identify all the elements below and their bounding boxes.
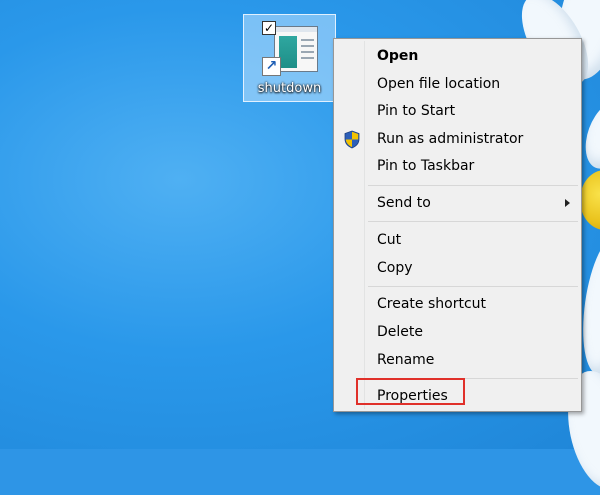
properties-highlight-outline (356, 378, 465, 405)
submenu-arrow-icon (565, 199, 570, 207)
desktop-icon-label: shutdown (257, 81, 322, 96)
menu-separator (368, 185, 578, 186)
menu-item-open-file-location[interactable]: Open file location (336, 71, 579, 97)
item-checkbox-checked-icon[interactable]: ✓ (262, 21, 276, 35)
menu-item-rename[interactable]: Rename (336, 347, 579, 373)
menu-item-label: Cut (377, 232, 402, 248)
menu-item-label: Pin to Start (377, 103, 456, 119)
desktop-icon-shutdown[interactable]: ✓ ↗ shutdown (243, 14, 336, 102)
menu-item-label: Copy (377, 260, 413, 276)
context-menu: Open Open file location Pin to Start Run… (333, 38, 582, 412)
menu-item-copy[interactable]: Copy (336, 255, 579, 281)
shortcut-arrow-icon: ↗ (262, 57, 281, 76)
menu-item-cut[interactable]: Cut (336, 227, 579, 253)
menu-item-label: Open (377, 48, 419, 64)
menu-item-run-as-administrator[interactable]: Run as administrator (336, 126, 579, 152)
menu-item-create-shortcut[interactable]: Create shortcut (336, 291, 579, 317)
menu-item-label: Pin to Taskbar (377, 158, 475, 174)
menu-item-label: Send to (377, 195, 431, 211)
menu-item-label: Open file location (377, 76, 501, 92)
menu-item-open[interactable]: Open (336, 43, 579, 69)
menu-item-label: Delete (377, 324, 423, 340)
uac-shield-icon (344, 130, 360, 149)
menu-item-delete[interactable]: Delete (336, 319, 579, 345)
menu-item-label: Run as administrator (377, 131, 524, 147)
menu-item-send-to[interactable]: Send to (336, 190, 579, 216)
menu-item-pin-to-taskbar[interactable]: Pin to Taskbar (336, 153, 579, 179)
menu-separator (368, 221, 578, 222)
menu-item-label: Create shortcut (377, 296, 487, 312)
menu-item-pin-to-start[interactable]: Pin to Start (336, 98, 579, 124)
menu-item-label: Rename (377, 352, 435, 368)
shortcut-app-icon: ✓ ↗ (260, 20, 318, 78)
menu-separator (368, 286, 578, 287)
